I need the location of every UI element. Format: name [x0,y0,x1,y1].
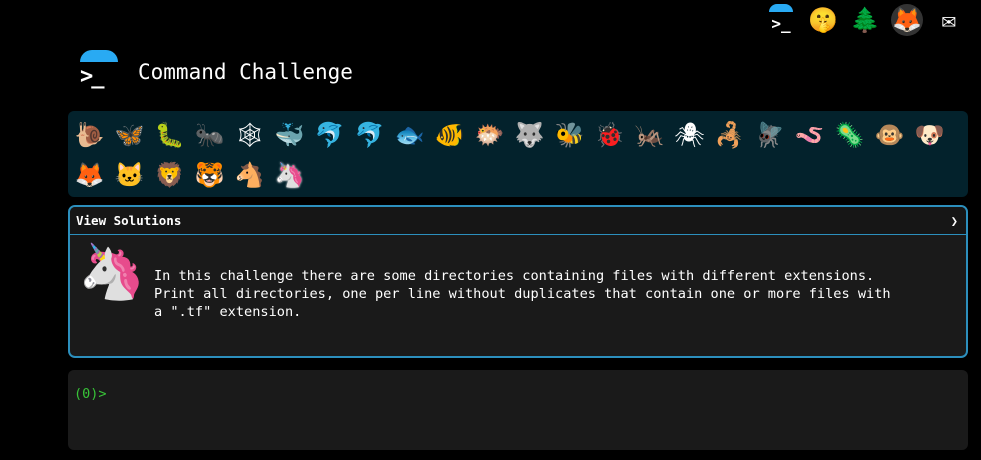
challenge-animal-icon[interactable]: 🦠 [832,117,868,153]
unicorn-icon: 🦄 [78,240,146,303]
challenge-animal-icon[interactable]: 🐬 [312,117,348,153]
challenge-animal-icon[interactable]: 🪰 [752,117,788,153]
challenge-selector: 🐌 🦋 🐛 🐜 🕸 🐳 🐬 🐬 🐟 🐠 🐡 🐺 🐝 🐞 🦗 🕷 🦂 🪰 🪱 🦠 🐵 🐶 🦊 🐱 🦁 🐯 🐴 🦄 [68,111,968,197]
challenge-animal-icon[interactable]: 🐺 [512,117,548,153]
terminal-icon[interactable]: >_ [765,4,797,36]
challenge-animal-icon[interactable]: 🐝 [552,117,588,153]
view-solutions-toggle[interactable]: View Solutions ❯ [70,207,966,235]
tree-icon[interactable]: 🌲 [849,4,881,36]
challenge-animal-icon[interactable]: 🐵 [872,117,908,153]
challenge-animal-icon[interactable]: 🦂 [712,117,748,153]
chevron-right-icon: ❯ [950,213,958,228]
challenge-animal-icon[interactable]: 🐱 [112,157,148,193]
challenge-animal-icon[interactable]: 🦋 [112,117,148,153]
challenge-animal-icon[interactable]: 🪱 [792,117,828,153]
challenge-animal-icon[interactable]: 🐴 [232,157,268,193]
terminal-input[interactable]: (0)> [68,370,968,450]
top-nav: >_ 🤫 🌲 🦊 ✉ [765,4,965,36]
solutions-panel: View Solutions ❯ 🦄 In this challenge the… [68,205,968,358]
challenge-animal-icon[interactable]: 🐠 [432,117,468,153]
logo-glyph: >_ [80,64,104,89]
challenge-description: In this challenge there are some directo… [154,268,891,320]
shushing-face-icon[interactable]: 🤫 [807,4,839,36]
challenge-animal-icon[interactable]: 🦗 [632,117,668,153]
challenge-animal-icon[interactable]: 🐞 [592,117,628,153]
challenge-animal-icon[interactable]: 🐡 [472,117,508,153]
challenge-animal-icon[interactable]: 🐜 [192,117,228,153]
challenge-animal-icon[interactable]: 🕸 [232,117,268,153]
challenge-animal-icon[interactable]: 🐛 [152,117,188,153]
challenge-animal-icon[interactable]: 🕷 [672,117,708,153]
gitlab-icon[interactable]: 🦊 [891,4,923,36]
page-title: Command Challenge [138,60,353,84]
terminal-prompt: (0)> [74,386,107,402]
terminal-logo-icon[interactable]: >_ [78,50,118,94]
challenge-animal-icon[interactable]: 🐳 [272,117,308,153]
challenge-body: 🦄 In this challenge there are some direc… [70,235,966,355]
challenge-animal-icon[interactable]: 🐟 [392,117,428,153]
terminal-prompt-glyph: >_ [771,13,791,33]
envelope-icon[interactable]: ✉ [933,4,965,36]
challenge-animal-icon[interactable]: 🦊 [72,157,108,193]
challenge-animal-icon[interactable]: 🐌 [72,117,108,153]
challenge-animal-icon[interactable]: 🦁 [152,157,188,193]
challenge-animal-icon[interactable]: 🐶 [912,117,948,153]
challenge-animal-icon[interactable]: 🦄 [272,157,308,193]
challenge-animal-icon[interactable]: 🐯 [192,157,228,193]
challenge-animal-icon[interactable]: 🐬 [352,117,388,153]
page-header: >_ Command Challenge [78,50,353,94]
view-solutions-label: View Solutions [76,213,182,228]
